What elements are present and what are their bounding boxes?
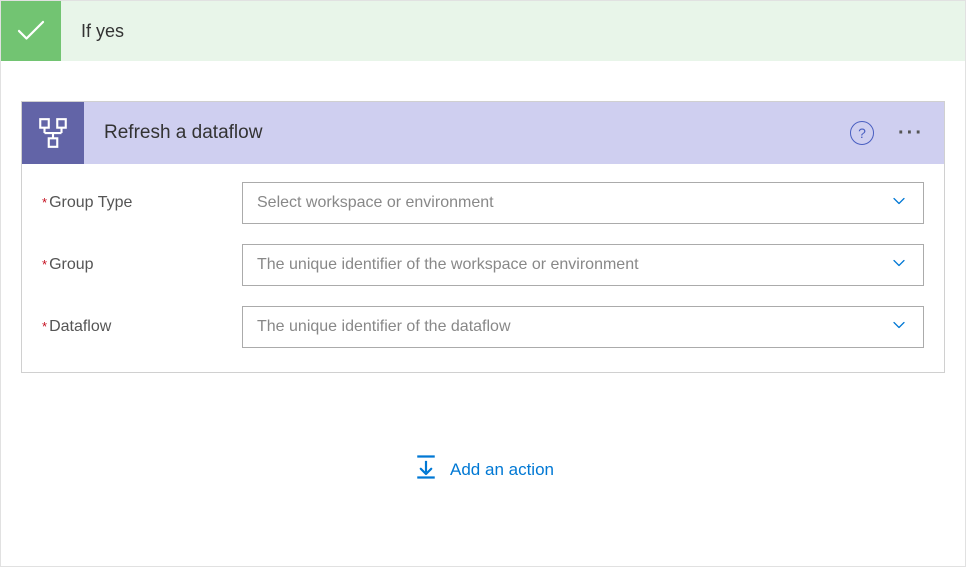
chevron-down-icon <box>889 253 909 278</box>
dropdown-placeholder: The unique identifier of the dataflow <box>257 318 889 336</box>
dropdown-placeholder: Select workspace or environment <box>257 194 889 212</box>
required-indicator: * <box>42 319 47 334</box>
field-label: Group Type <box>49 194 132 212</box>
checkmark-icon <box>1 1 61 61</box>
required-indicator: * <box>42 257 47 272</box>
field-label-wrap: * Group Type <box>42 194 242 212</box>
action-title: Refresh a dataflow <box>104 122 850 144</box>
action-card: Refresh a dataflow ? ··· * Group Type Se… <box>21 101 945 373</box>
field-label: Group <box>49 256 93 274</box>
field-label-wrap: * Dataflow <box>42 318 242 336</box>
help-icon[interactable]: ? <box>850 121 874 145</box>
dataflow-icon <box>22 102 84 164</box>
field-row-group: * Group The unique identifier of the wor… <box>42 244 924 286</box>
field-label-wrap: * Group <box>42 256 242 274</box>
action-fields: * Group Type Select workspace or environ… <box>22 164 944 372</box>
action-card-header[interactable]: Refresh a dataflow ? ··· <box>22 102 944 164</box>
field-row-group-type: * Group Type Select workspace or environ… <box>42 182 924 224</box>
add-action-icon <box>412 453 440 486</box>
field-row-dataflow: * Dataflow The unique identifier of the … <box>42 306 924 348</box>
dropdown-placeholder: The unique identifier of the workspace o… <box>257 256 889 274</box>
required-indicator: * <box>42 195 47 210</box>
group-type-dropdown[interactable]: Select workspace or environment <box>242 182 924 224</box>
add-action-button[interactable]: Add an action <box>1 453 965 486</box>
group-dropdown[interactable]: The unique identifier of the workspace o… <box>242 244 924 286</box>
dataflow-dropdown[interactable]: The unique identifier of the dataflow <box>242 306 924 348</box>
condition-header[interactable]: If yes <box>1 1 965 61</box>
chevron-down-icon <box>889 315 909 340</box>
chevron-down-icon <box>889 191 909 216</box>
if-yes-branch-container: If yes Refresh a dataflow ? ··· <box>0 0 966 567</box>
add-action-label: Add an action <box>450 460 554 480</box>
field-label: Dataflow <box>49 318 111 336</box>
condition-title: If yes <box>81 21 124 42</box>
more-icon[interactable]: ··· <box>898 122 924 145</box>
